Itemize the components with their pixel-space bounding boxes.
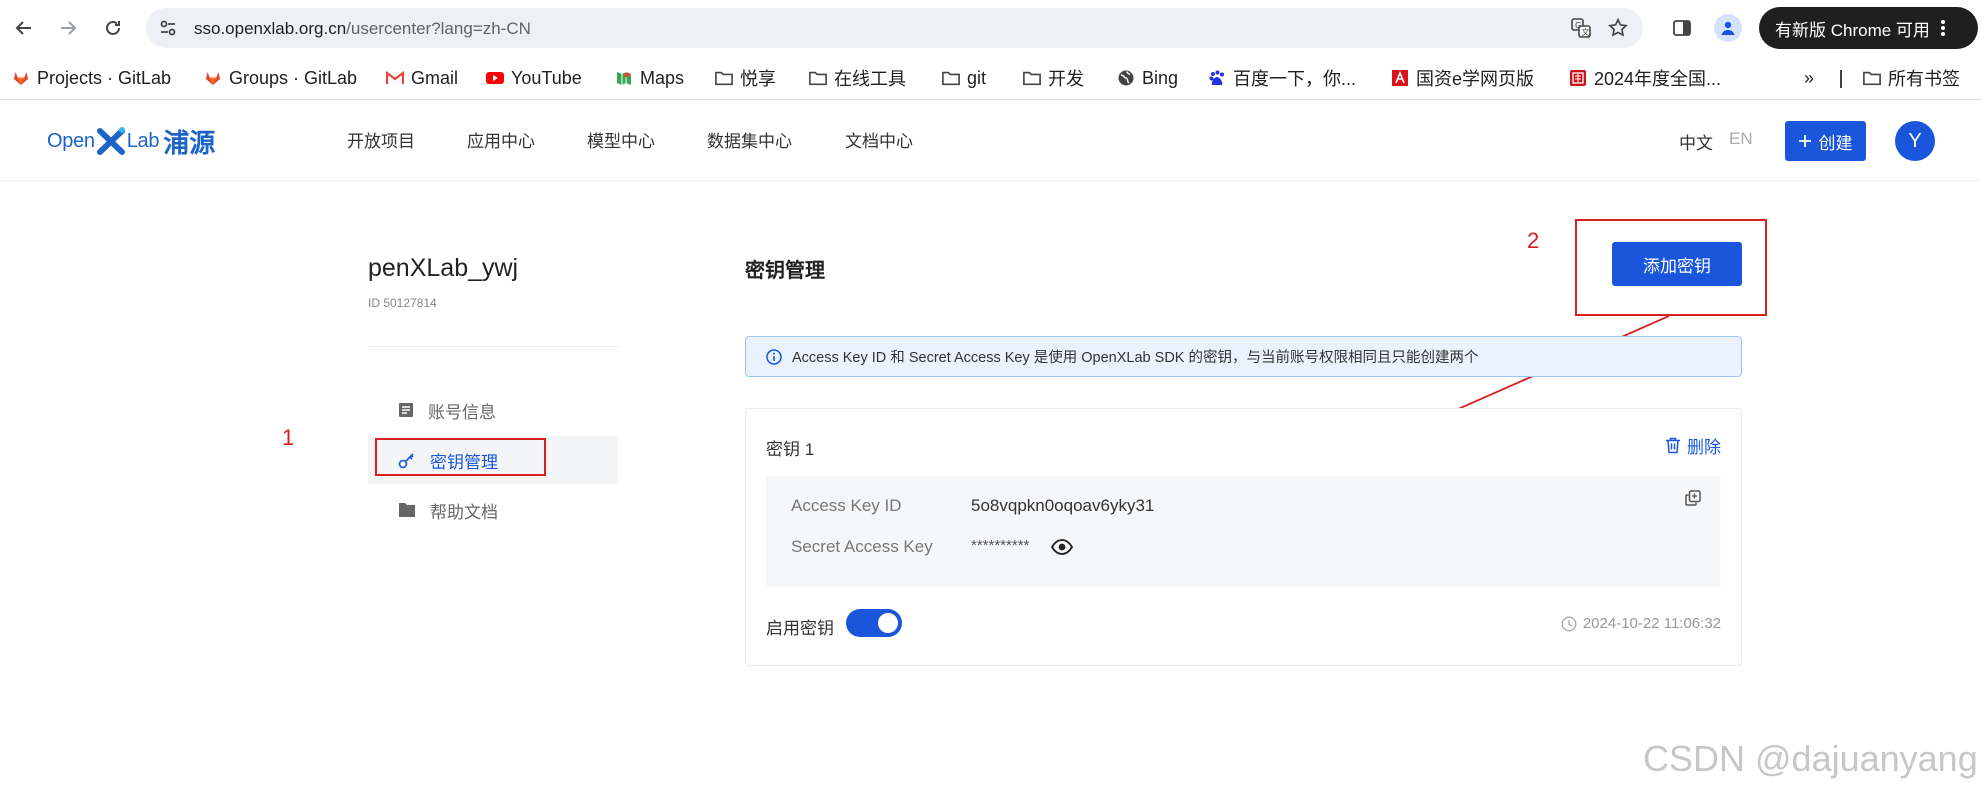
clock-icon [1561, 615, 1577, 632]
annotation-arrow [1228, 315, 1670, 511]
info-text: Access Key ID 和 Secret Access Key 是使用 Op… [792, 350, 1479, 366]
delete-key-button[interactable]: 删除 [1665, 433, 1721, 458]
watermark: CSDN @dajuanyang [1643, 738, 1978, 779]
eye-icon[interactable] [1051, 539, 1073, 555]
key-details-box: Access Key ID 5o8vqpkn0oqoav6yky31 Secre… [766, 476, 1721, 587]
key-card-title: 密钥 1 [766, 440, 815, 459]
delete-label: 删除 [1687, 438, 1721, 457]
add-key-button[interactable]: 添加密钥 [1612, 242, 1742, 286]
key-card: 密钥 1 删除 Access Key ID 5o8vqpkn0oqoav6yky… [745, 408, 1742, 666]
info-icon [766, 348, 782, 365]
created-timestamp: 2024-10-22 11:06:32 [1561, 615, 1721, 632]
timestamp-text: 2024-10-22 11:06:32 [1582, 615, 1721, 632]
secret-key-label: Secret Access Key [791, 537, 933, 556]
access-key-value: 5o8vqpkn0oqoav6yky31 [971, 496, 1155, 515]
access-key-label: Access Key ID [791, 496, 902, 515]
info-alert: Access Key ID 和 Secret Access Key 是使用 Op… [745, 336, 1742, 377]
secret-key-value: ********** [971, 537, 1030, 554]
copy-icon[interactable] [1685, 490, 1701, 506]
page-title: 密钥管理 [745, 260, 825, 282]
enable-key-toggle[interactable] [846, 609, 902, 637]
trash-icon [1666, 437, 1680, 454]
enable-key-label: 启用密钥 [766, 619, 834, 638]
toggle-knob [878, 613, 898, 633]
